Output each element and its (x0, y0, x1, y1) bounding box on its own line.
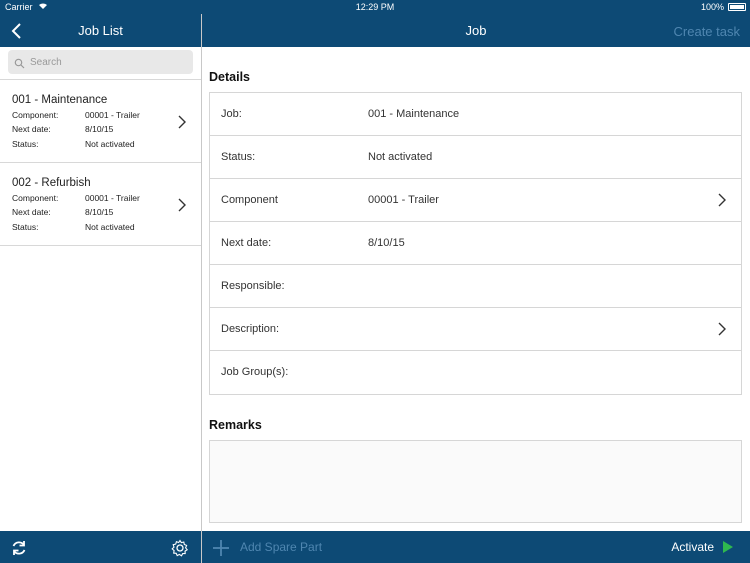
detail-value: 001 - Maintenance (368, 108, 460, 120)
add-spare-part-button[interactable]: Add Spare Part (240, 540, 322, 554)
detail-row-job: Job: 001 - Maintenance (210, 93, 741, 136)
detail-label: Job: (221, 108, 242, 120)
detail-row-next-date: Next date: 8/10/15 (210, 222, 741, 265)
detail-value: 8/10/15 (368, 237, 405, 249)
job-list-item[interactable]: 002 - Refurbish Component: 00001 - Traile… (0, 163, 201, 246)
next-date-value: 8/10/15 (85, 124, 114, 134)
next-date-label: Next date: (12, 207, 51, 217)
job-name: 002 - Refurbish (12, 177, 91, 189)
job-component-row: Component: 00001 - Trailer (12, 193, 140, 203)
detail-label: Job Group(s): (221, 366, 289, 378)
next-date-label: Next date: (12, 124, 51, 134)
create-task-button[interactable]: Create task (674, 24, 740, 39)
detail-row-description[interactable]: Description: (210, 308, 741, 351)
search-icon (14, 56, 25, 74)
job-list-item[interactable]: 001 - Maintenance Component: 00001 - Trai… (0, 80, 201, 163)
job-nav-bar: Job Create task (202, 14, 750, 47)
detail-label: Description: (221, 323, 280, 335)
chevron-right-icon (177, 114, 187, 135)
sync-icon[interactable] (10, 539, 28, 562)
job-next-date-row: Next date: 8/10/15 (12, 124, 113, 134)
job-toolbar: Add Spare Part Activate (202, 531, 750, 563)
detail-label: Responsible: (221, 280, 285, 292)
clock: 12:29 PM (355, 2, 395, 12)
battery-icon (728, 3, 746, 11)
status-bar: Carrier 12:29 PM 100% (0, 0, 750, 14)
status-label: Status: (12, 139, 39, 149)
battery-percent: 100% (700, 2, 724, 12)
job-component-row: Component: 00001 - Trailer (12, 110, 140, 120)
job-list-nav-bar: Job List (0, 14, 201, 47)
status-value: Not activated (85, 222, 135, 232)
search-input[interactable] (30, 53, 190, 71)
details-table: Job: 001 - Maintenance Status: Not activ… (209, 92, 742, 395)
component-label: Component: (12, 110, 59, 120)
job-list: 001 - Maintenance Component: 00001 - Trai… (0, 79, 201, 246)
detail-label: Next date: (221, 237, 272, 249)
detail-row-responsible: Responsible: (210, 265, 741, 308)
detail-row-component[interactable]: Component 00001 - Trailer (210, 179, 741, 222)
details-heading: Details (209, 70, 250, 84)
job-name: 001 - Maintenance (12, 94, 108, 106)
component-value: 00001 - Trailer (85, 110, 140, 120)
activate-button[interactable]: Activate (671, 540, 714, 554)
search-bar[interactable] (8, 50, 193, 74)
component-value: 00001 - Trailer (85, 193, 140, 203)
status-value: Not activated (85, 139, 135, 149)
component-label: Component: (12, 193, 59, 203)
detail-label: Status: (221, 151, 256, 163)
split-divider (201, 14, 202, 563)
status-label: Status: (12, 222, 39, 232)
left-toolbar (0, 531, 201, 563)
chevron-right-icon (177, 197, 187, 218)
job-status-row: Status: Not activated (12, 222, 135, 232)
detail-row-job-groups: Job Group(s): (210, 351, 741, 394)
play-icon[interactable] (722, 540, 734, 559)
remarks-textarea[interactable] (209, 440, 742, 523)
job-status-row: Status: Not activated (12, 139, 135, 149)
detail-value: Not activated (368, 151, 433, 163)
job-next-date-row: Next date: 8/10/15 (12, 207, 113, 217)
job-title: Job (465, 23, 487, 38)
chevron-right-icon (717, 192, 727, 211)
gear-icon[interactable] (171, 539, 189, 562)
chevron-right-icon (717, 321, 727, 340)
job-list-title: Job List (78, 23, 123, 38)
next-date-value: 8/10/15 (85, 207, 114, 217)
detail-label: Component (221, 194, 278, 206)
detail-row-status: Status: Not activated (210, 136, 741, 179)
plus-icon[interactable] (212, 539, 230, 562)
detail-value: 00001 - Trailer (368, 194, 439, 206)
remarks-heading: Remarks (209, 418, 262, 432)
